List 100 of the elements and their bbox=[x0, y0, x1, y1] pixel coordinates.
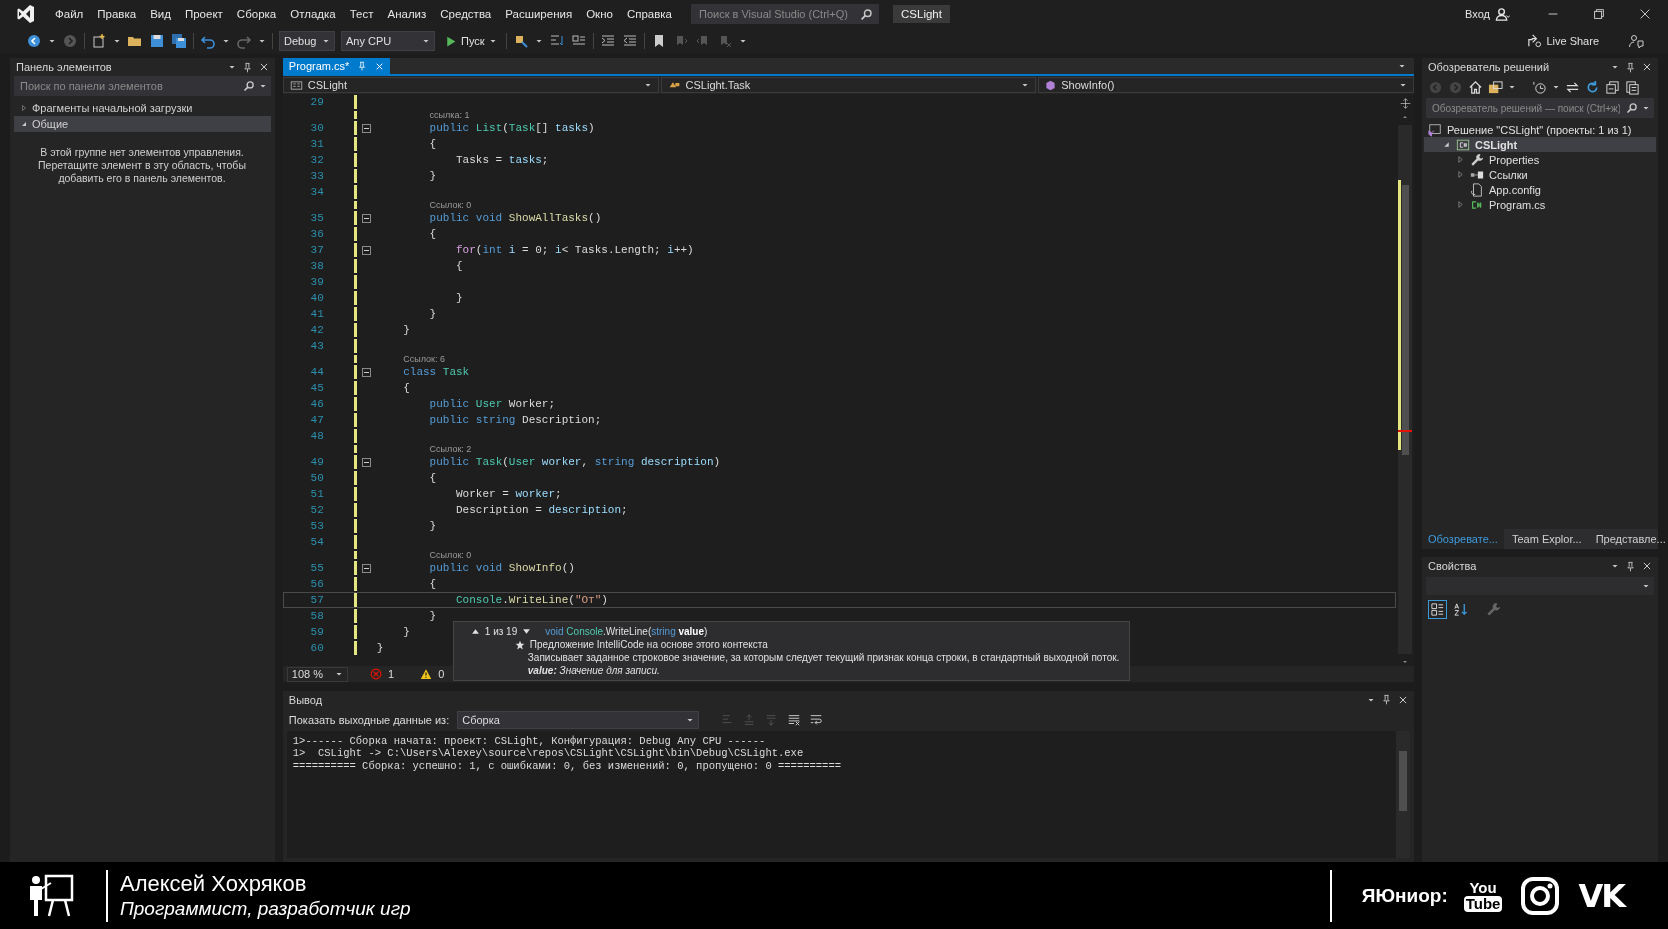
menu-item[interactable]: Файл bbox=[48, 6, 91, 22]
reference-count-link[interactable]: Ссылок: 2 bbox=[429, 444, 472, 454]
alphabetical-icon[interactable] bbox=[1453, 601, 1468, 617]
dropdown-caret-icon[interactable] bbox=[1508, 83, 1516, 91]
panel-tab[interactable]: Обозревате... bbox=[1422, 529, 1504, 549]
caret-icon[interactable] bbox=[1021, 81, 1030, 89]
caret-icon[interactable] bbox=[322, 37, 330, 45]
zoom-dropdown[interactable]: 108 % bbox=[286, 666, 348, 682]
toolbox-group[interactable]: Фрагменты начальной загрузки bbox=[14, 100, 271, 116]
search-input[interactable]: Поиск в Visual Studio (Ctrl+Q) bbox=[697, 7, 856, 21]
dropdown-caret-icon[interactable] bbox=[48, 37, 56, 45]
search-input[interactable]: Обозреватель решений — поиск (Ctrl+ж) bbox=[1430, 101, 1622, 115]
reference-count-link[interactable]: Ссылок: 0 bbox=[429, 550, 472, 560]
tree-item[interactable]: Ссылки bbox=[1424, 167, 1656, 182]
dropdown-caret-icon[interactable] bbox=[222, 37, 230, 45]
menu-item[interactable]: Сборка bbox=[229, 6, 284, 22]
word-wrap-icon[interactable] bbox=[809, 712, 824, 727]
collapse-box-icon[interactable] bbox=[362, 563, 372, 573]
vertical-scrollbar[interactable] bbox=[1396, 730, 1410, 858]
search-field[interactable]: Поиск по панели элементов bbox=[14, 76, 271, 96]
close-icon[interactable] bbox=[1398, 694, 1408, 705]
panel-tab[interactable]: Team Explor... bbox=[1505, 529, 1588, 549]
caret-icon[interactable] bbox=[1399, 81, 1407, 89]
caret-icon[interactable] bbox=[488, 37, 497, 45]
warning-count[interactable]: 0 bbox=[438, 668, 445, 680]
caret-icon[interactable] bbox=[1642, 104, 1650, 112]
tree-item[interactable]: Решение "CSLight" (проекты: 1 из 1) bbox=[1424, 122, 1656, 137]
collapse-arrow-icon[interactable] bbox=[20, 120, 28, 128]
collapse-box-icon[interactable] bbox=[362, 245, 372, 255]
panel-tab[interactable]: Представле... bbox=[1589, 529, 1668, 549]
person-icon[interactable] bbox=[1495, 6, 1510, 22]
undo-icon[interactable] bbox=[200, 33, 216, 49]
down-arrow-icon[interactable] bbox=[522, 627, 532, 636]
new-project-icon[interactable] bbox=[91, 33, 107, 49]
search-icon[interactable] bbox=[1626, 102, 1638, 114]
configuration-dropdown[interactable]: Debug bbox=[279, 31, 335, 51]
reference-count-link[interactable]: ссылка: 1 bbox=[429, 110, 470, 120]
app-logo-icon[interactable] bbox=[16, 4, 36, 24]
wrench-icon[interactable] bbox=[1486, 601, 1501, 617]
caret-icon[interactable] bbox=[335, 670, 343, 678]
navigation-dropdown[interactable]: CSLight.Task bbox=[660, 77, 1037, 93]
menu-item[interactable]: Отладка bbox=[283, 6, 343, 22]
live-share-button[interactable]: Live Share bbox=[1524, 31, 1602, 51]
home-icon[interactable] bbox=[1468, 79, 1483, 95]
collapse-arrow-icon[interactable] bbox=[1442, 140, 1451, 149]
save-all-icon[interactable] bbox=[171, 33, 187, 49]
pin-icon[interactable] bbox=[1381, 694, 1392, 706]
caret-icon[interactable] bbox=[1642, 582, 1650, 590]
search-field[interactable]: Обозреватель решений — поиск (Ctrl+ж) bbox=[1426, 98, 1654, 118]
expand-arrow-icon[interactable] bbox=[1456, 200, 1465, 209]
menu-item[interactable]: Окно bbox=[579, 6, 620, 22]
clear-all-icon[interactable] bbox=[787, 712, 802, 727]
expand-arrow-icon[interactable] bbox=[1456, 170, 1465, 179]
toolbox-group[interactable]: Общие bbox=[14, 116, 271, 132]
reference-count-link[interactable]: Ссылок: 0 bbox=[429, 200, 472, 210]
collapse-box-icon[interactable] bbox=[362, 457, 372, 467]
collapse-box-icon[interactable] bbox=[362, 213, 372, 223]
search-icon[interactable] bbox=[860, 7, 873, 21]
output-source-dropdown[interactable]: Сборка bbox=[457, 710, 700, 729]
close-icon[interactable] bbox=[1642, 561, 1652, 571]
tree-item[interactable]: App.config bbox=[1424, 182, 1656, 197]
start-button[interactable]: Пуск bbox=[441, 31, 500, 51]
menu-item[interactable]: Тест bbox=[342, 6, 381, 22]
search-field[interactable]: Поиск в Visual Studio (Ctrl+Q) bbox=[691, 4, 879, 24]
warning-icon[interactable] bbox=[420, 668, 433, 680]
back-icon[interactable] bbox=[26, 33, 42, 49]
redo-icon[interactable] bbox=[236, 33, 252, 49]
navigation-dropdown[interactable]: CSLight bbox=[282, 77, 659, 93]
dropdown-caret-icon[interactable] bbox=[1552, 83, 1560, 91]
feedback-icon[interactable] bbox=[1628, 33, 1644, 49]
outdent-icon[interactable] bbox=[621, 33, 638, 49]
reference-count-link[interactable]: Ссылок: 6 bbox=[403, 354, 445, 364]
dropdown-caret-icon[interactable] bbox=[113, 37, 121, 45]
tab-list-icon[interactable] bbox=[1398, 62, 1406, 70]
menu-item[interactable]: Анализ bbox=[380, 6, 434, 22]
up-arrow-icon[interactable] bbox=[470, 627, 480, 636]
menu-item[interactable]: Средства bbox=[433, 6, 499, 22]
menu-item[interactable]: Проект bbox=[177, 6, 230, 22]
close-icon[interactable] bbox=[1642, 62, 1652, 72]
indent-icon[interactable] bbox=[599, 33, 616, 49]
collapse-box-icon[interactable] bbox=[362, 123, 372, 133]
save-icon[interactable] bbox=[149, 33, 165, 49]
collapse-box-icon[interactable] bbox=[362, 367, 372, 377]
sign-in-link[interactable]: Вход bbox=[1465, 8, 1490, 20]
refresh-icon[interactable] bbox=[1585, 79, 1600, 95]
menu-item[interactable]: Вид bbox=[143, 6, 178, 22]
navigation-dropdown[interactable]: ShowInfo() bbox=[1038, 77, 1414, 93]
dropdown-caret-icon[interactable] bbox=[258, 37, 266, 45]
tree-item[interactable]: Properties bbox=[1424, 152, 1656, 167]
expand-arrow-icon[interactable] bbox=[1456, 155, 1465, 164]
switch-views-icon[interactable] bbox=[1488, 79, 1503, 95]
split-icon[interactable] bbox=[1399, 98, 1411, 109]
caret-icon[interactable] bbox=[643, 81, 652, 89]
search-icon[interactable] bbox=[242, 80, 255, 92]
restore-icon[interactable] bbox=[1592, 7, 1606, 21]
expand-arrow-icon[interactable] bbox=[20, 104, 28, 112]
dropdown-caret-icon[interactable] bbox=[738, 37, 747, 45]
pin-icon[interactable] bbox=[241, 61, 253, 73]
close-icon[interactable] bbox=[258, 62, 269, 72]
collapse-all-icon[interactable] bbox=[1605, 79, 1620, 95]
